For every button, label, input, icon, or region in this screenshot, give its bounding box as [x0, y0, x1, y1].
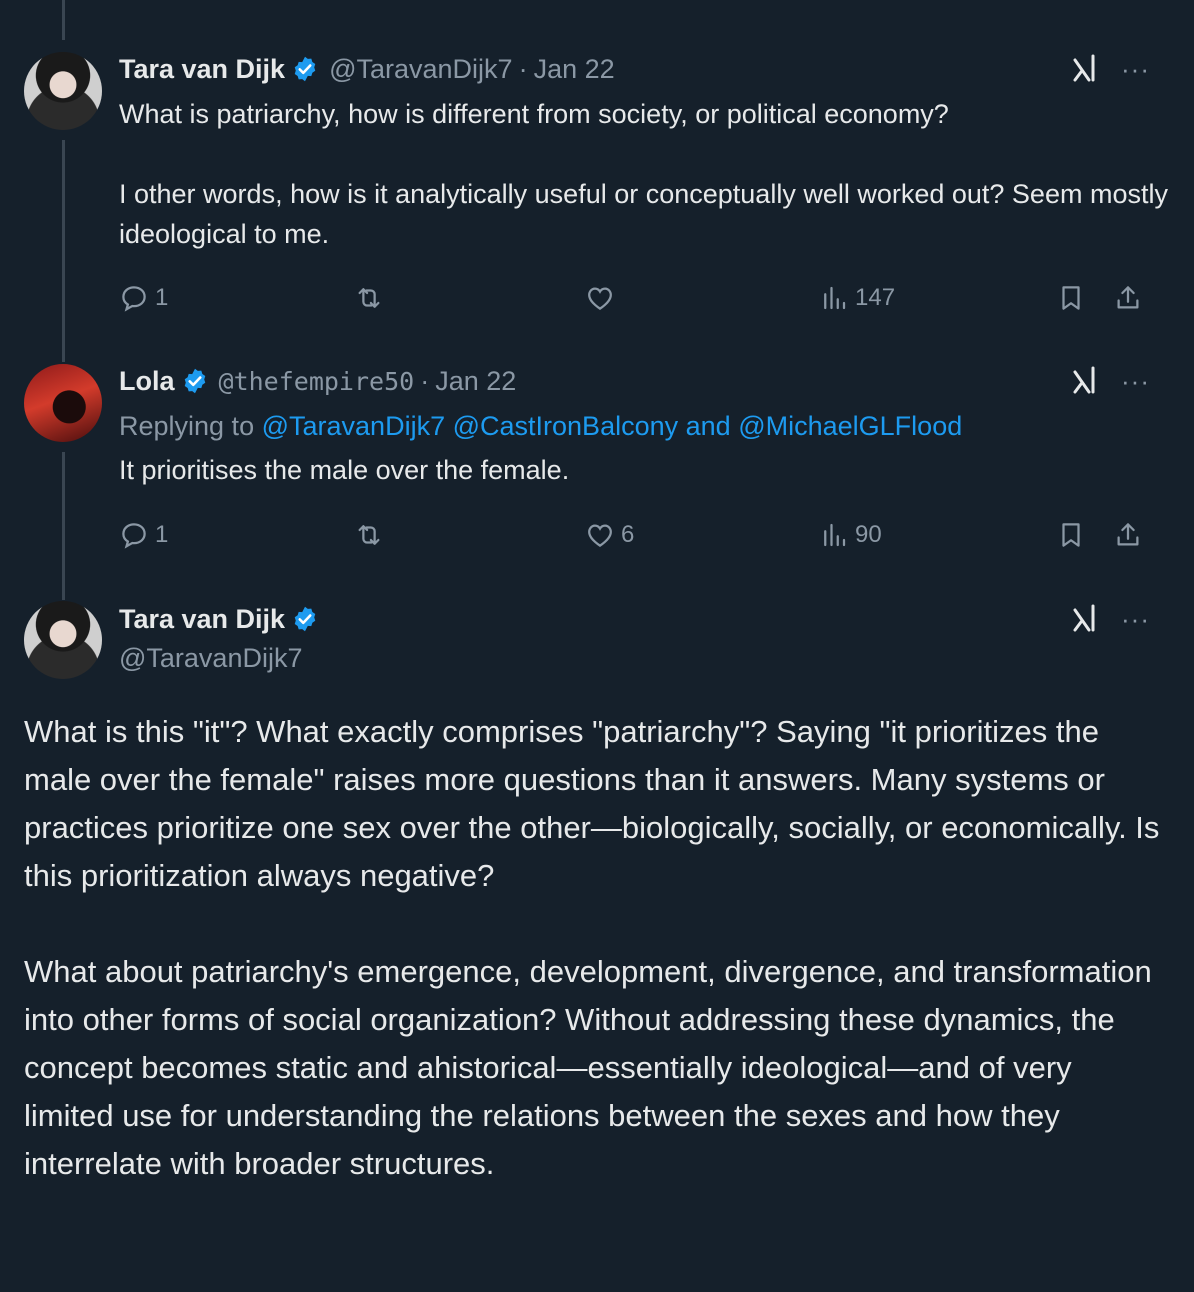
tweet3-handle-row: @TaravanDijk7: [119, 641, 302, 675]
retweet-icon: [358, 288, 380, 308]
tweet2-views-button[interactable]: 90: [819, 517, 882, 553]
tweet2-replying-to: Replying to @TaravanDijk7 @CastIronBalco…: [119, 406, 962, 446]
tweet1-like-button[interactable]: [585, 280, 621, 316]
tweet1-views-button[interactable]: 147: [819, 280, 895, 316]
more-icon[interactable]: ···: [1121, 368, 1150, 394]
grok-icon[interactable]: [1069, 364, 1103, 398]
verified-badge-icon: [294, 56, 316, 82]
verified-badge-icon: [184, 368, 205, 394]
tweet2-text: It prioritises the male over the female.: [119, 455, 570, 485]
replying-to-label: Replying to: [119, 411, 255, 441]
tweet1-text: What is patriarchy, how is different fro…: [119, 99, 1168, 249]
tweet1-view-count: 147: [855, 284, 896, 311]
tweet1-bookmark-button[interactable]: [1056, 280, 1092, 316]
views-icon: [824, 286, 846, 310]
grok-icon[interactable]: [1069, 52, 1103, 86]
tweet2-share-button[interactable]: [1113, 517, 1149, 553]
share-icon: [1117, 286, 1139, 309]
reply-icon: [122, 523, 146, 549]
tweet2-header: Lola @thefempire50 · Jan 22: [119, 364, 516, 398]
mention-link[interactable]: @CastIronBalcony: [453, 411, 679, 441]
tweet1-handle[interactable]: @TaravanDijk7: [329, 54, 512, 85]
tweet3-paragraph-2: What about patriarchy's emergence, devel…: [24, 954, 1152, 1181]
tweet2-view-count: 90: [855, 521, 882, 548]
tweet2-reply-count: 1: [155, 521, 169, 548]
tweet1-actions: 1 147: [119, 280, 1154, 316]
thread-line-top: [62, 0, 65, 40]
tweet2-dot: ·: [420, 365, 430, 396]
tweet2-like-count: 6: [621, 521, 635, 548]
tweet1-retweet-button[interactable]: [354, 280, 390, 316]
tweet3-handle[interactable]: @TaravanDijk7: [119, 643, 302, 674]
thread-line-1: [62, 140, 65, 362]
tweet1-top-actions: ···: [1069, 52, 1150, 86]
mention-and-label: and: [685, 411, 731, 441]
tweet2-top-actions: ···: [1069, 364, 1150, 398]
tweet2-retweet-button[interactable]: [354, 517, 390, 553]
tweet2-date[interactable]: Jan 22: [435, 366, 516, 397]
thread-line-2: [62, 452, 65, 600]
like-icon: [588, 524, 612, 547]
mention-link[interactable]: @TaravanDijk7: [262, 411, 445, 441]
tweet1-share-button[interactable]: [1113, 280, 1149, 316]
mention-link[interactable]: @MichaelGLFlood: [738, 411, 962, 441]
avatar-lola[interactable]: [24, 364, 102, 442]
tweet3-text: What is this "it"? What exactly comprise…: [24, 708, 1164, 1236]
retweet-icon: [358, 525, 380, 545]
tweet2-reply-button[interactable]: 1: [119, 517, 168, 553]
tweet2-handle[interactable]: @thefempire50: [219, 367, 415, 396]
tweet1-author-name[interactable]: Tara van Dijk: [119, 54, 285, 85]
more-icon[interactable]: ···: [1121, 606, 1150, 632]
tweet1-date[interactable]: Jan 22: [534, 54, 615, 85]
tweet2-like-button[interactable]: 6: [585, 517, 634, 553]
tweet1-dot: ·: [518, 53, 528, 84]
share-icon: [1117, 523, 1139, 546]
tweet3-author-name[interactable]: Tara van Dijk: [119, 604, 285, 635]
tweet1-reply-count: 1: [155, 284, 169, 311]
verified-badge-icon: [294, 606, 316, 632]
tweet1-reply-button[interactable]: 1: [119, 280, 168, 316]
tweet2-author-name[interactable]: Lola: [119, 366, 175, 397]
bookmark-icon: [1062, 523, 1080, 547]
reply-icon: [122, 286, 146, 312]
views-icon: [824, 523, 846, 547]
avatar-tara-2[interactable]: [24, 601, 102, 679]
more-icon[interactable]: ···: [1121, 56, 1150, 82]
tweet3-top-actions: ···: [1069, 602, 1150, 636]
tweet2-actions: 1 6 90: [119, 517, 1154, 553]
like-icon: [588, 287, 612, 310]
tweet2-bookmark-button[interactable]: [1056, 517, 1092, 553]
tweet3-name-row: Tara van Dijk: [119, 602, 329, 636]
tweet3-paragraph-1: What is this "it"? What exactly comprise…: [24, 714, 1160, 893]
bookmark-icon: [1062, 286, 1080, 310]
avatar-tara-1[interactable]: [24, 52, 102, 130]
grok-icon[interactable]: [1069, 602, 1103, 636]
tweet1-header: Tara van Dijk @TaravanDijk7 · Jan 22: [119, 52, 615, 86]
